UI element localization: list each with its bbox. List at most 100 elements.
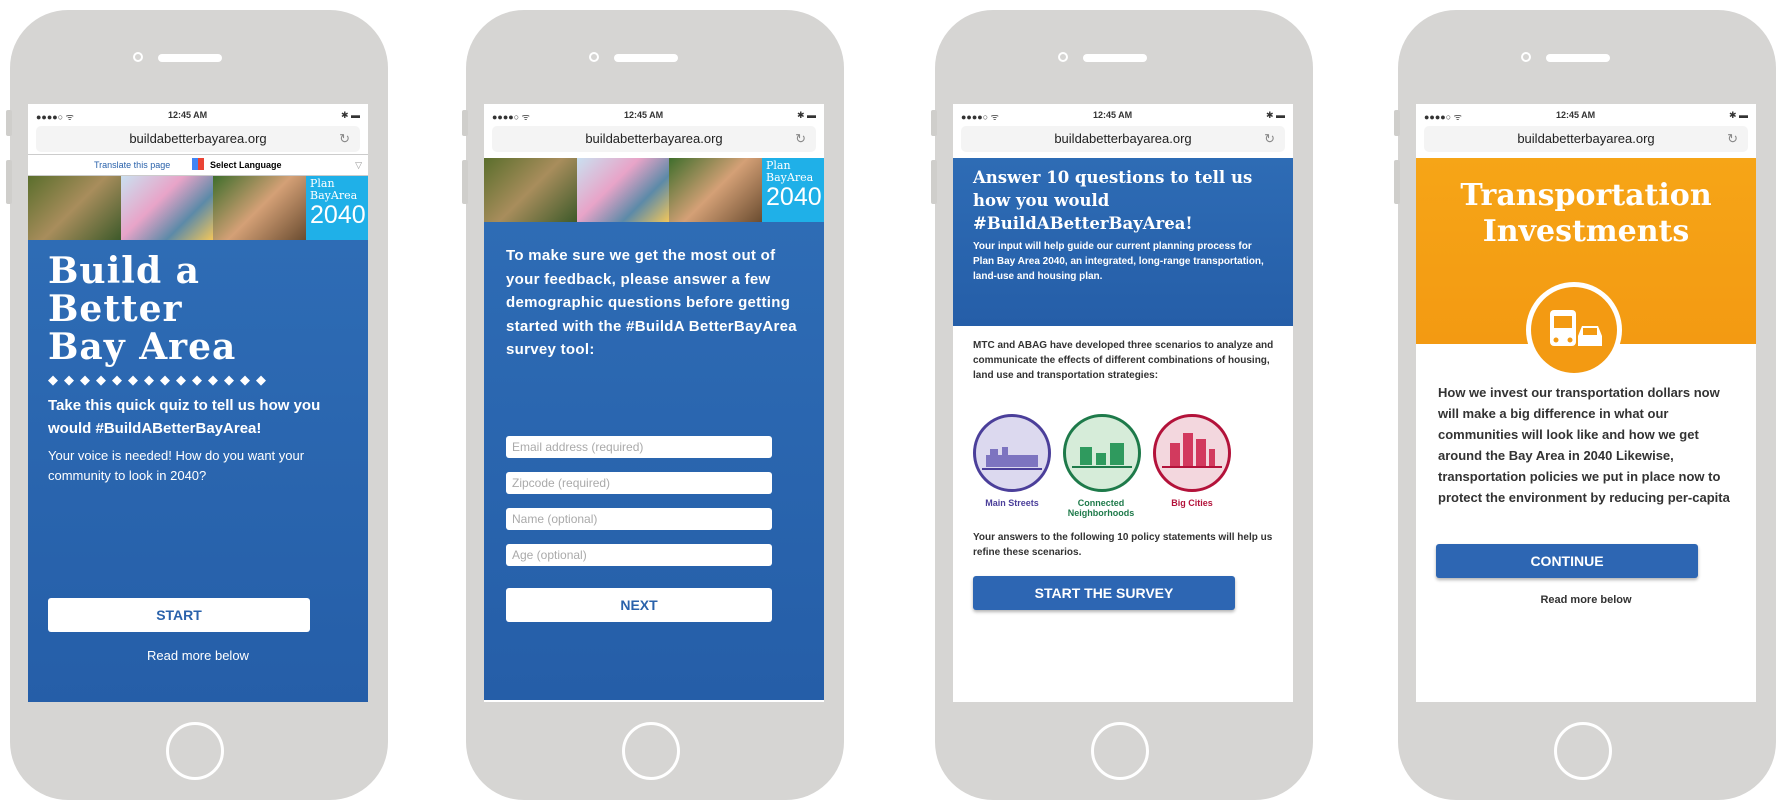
signal-icon: ●●●●○ ᯤ [36, 112, 74, 122]
screen-1: ●●●●○ ᯤ 12:45 AM ✱ ▬ buildabetterbayarea… [28, 104, 368, 702]
clock: 12:45 AM [1556, 110, 1596, 120]
start-button[interactable]: START [48, 598, 310, 632]
language-select[interactable]: Select Language [210, 155, 282, 175]
side-button [1394, 160, 1400, 204]
url-text: buildabetterbayarea.org [1517, 131, 1655, 146]
url-bar[interactable]: buildabetterbayarea.org ↻ [1424, 126, 1748, 152]
photo-banner: Plan BayArea 2040 [28, 176, 368, 240]
start-survey-button[interactable]: START THE SURVEY [973, 576, 1235, 610]
continue-button[interactable]: CONTINUE [1436, 544, 1698, 578]
clock: 12:45 AM [624, 110, 664, 120]
url-text: buildabetterbayarea.org [1054, 131, 1192, 146]
screen-4: ●●●●○ ᯤ 12:45 AM ✱ ▬ buildabetterbayarea… [1416, 104, 1756, 702]
status-bar: ●●●●○ ᯤ 12:45 AM ✱ ▬ [1416, 104, 1756, 126]
plan-bay-area-logo: Plan BayArea 2040 [762, 158, 824, 222]
page-title: Transportation Investments [1460, 178, 1712, 249]
reload-icon[interactable]: ↻ [1264, 126, 1275, 152]
photo-family-park [28, 176, 121, 240]
battery-icon: ✱ ▬ [340, 110, 360, 120]
side-button [6, 110, 12, 136]
google-translate-icon [192, 158, 204, 170]
phone-4: ●●●●○ ᯤ 12:45 AM ✱ ▬ buildabetterbayarea… [1394, 10, 1776, 800]
url-text: buildabetterbayarea.org [129, 131, 267, 146]
plan-bay-area-logo: Plan BayArea 2040 [306, 176, 368, 240]
speaker [1083, 54, 1147, 62]
signal-icon: ●●●●○ ᯤ [961, 112, 999, 122]
scenario-label: Connected Neighborhoods [1067, 498, 1135, 518]
building-icon [982, 447, 1042, 470]
description-text: MTC and ABAG have developed three scenar… [973, 340, 1274, 381]
translate-bar: Translate this page Select Language ▽ [28, 154, 368, 176]
age-field[interactable]: Age (optional) [506, 544, 772, 566]
lead-text: Take this quick quiz to tell us how you … [48, 397, 321, 437]
reload-icon[interactable]: ↻ [795, 126, 806, 152]
phone-3: ●●●●○ ᯤ 12:45 AM ✱ ▬ buildabetterbayarea… [931, 10, 1313, 800]
side-button [462, 110, 468, 136]
connected-neighborhoods-icon[interactable] [1063, 414, 1141, 492]
transit-icon [1526, 282, 1622, 378]
survey-subtext: Your input will help guide our current p… [973, 241, 1264, 282]
photo-children-play [120, 176, 214, 240]
logo-year: 2040 [310, 201, 366, 229]
speaker [1546, 54, 1610, 62]
url-bar[interactable]: buildabetterbayarea.org ↻ [961, 126, 1285, 152]
neighborhood-icon [1072, 443, 1132, 468]
intro-text: To make sure we get the most out of your… [506, 247, 797, 358]
main-streets-icon[interactable] [973, 414, 1051, 492]
title-line: Bay Area [48, 326, 237, 368]
clock: 12:45 AM [168, 110, 208, 120]
logo-year: 2040 [766, 183, 822, 211]
photo-children-play [576, 158, 670, 222]
home-button[interactable] [1554, 722, 1612, 780]
title-panel: Transportation Investments [1416, 158, 1756, 378]
status-bar: ●●●●○ ᯤ 12:45 AM ✱ ▬ [953, 104, 1293, 126]
reload-icon[interactable]: ↻ [339, 126, 350, 152]
phone-2: ●●●●○ ᯤ 12:45 AM ✱ ▬ buildabetterbayarea… [462, 10, 844, 800]
camera [1521, 52, 1531, 62]
home-button[interactable] [1091, 722, 1149, 780]
battery-icon: ✱ ▬ [1728, 110, 1748, 120]
title-line: Better [48, 288, 183, 330]
status-bar: ●●●●○ ᯤ 12:45 AM ✱ ▬ [28, 104, 368, 126]
camera [133, 52, 143, 62]
side-button [6, 160, 12, 204]
zipcode-field[interactable]: Zipcode (required) [506, 472, 772, 494]
chevron-down-icon[interactable]: ▽ [355, 155, 362, 175]
email-field[interactable]: Email address (required) [506, 436, 772, 458]
title-line: Build a [48, 250, 200, 292]
hero-panel: Build a Better Bay Area ◆◆◆◆◆◆◆◆◆◆◆◆◆◆ T… [28, 240, 368, 702]
photo-banner: Plan BayArea 2040 [484, 158, 824, 222]
city-icon [1162, 433, 1222, 468]
footer-text: Your answers to the following 10 policy … [973, 532, 1273, 558]
side-button [462, 160, 468, 204]
signal-icon: ●●●●○ ᯤ [1424, 112, 1462, 122]
home-button[interactable] [622, 722, 680, 780]
photo-grandparent-child [213, 176, 307, 240]
side-button [1394, 110, 1400, 136]
home-button[interactable] [166, 722, 224, 780]
read-more-link[interactable]: Read more below [1416, 594, 1756, 606]
translate-link[interactable]: Translate this page [94, 155, 170, 175]
read-more-link[interactable]: Read more below [28, 648, 368, 663]
speaker [614, 54, 678, 62]
speaker [158, 54, 222, 62]
screen-3: ●●●●○ ᯤ 12:45 AM ✱ ▬ buildabetterbayarea… [953, 104, 1293, 702]
camera [1058, 52, 1068, 62]
survey-heading: Answer 10 questions to tell us how you w… [973, 168, 1253, 233]
signal-icon: ●●●●○ ᯤ [492, 112, 530, 122]
bus-car-icon [1550, 310, 1602, 346]
reload-icon[interactable]: ↻ [1727, 126, 1738, 152]
url-bar[interactable]: buildabetterbayarea.org ↻ [492, 126, 816, 152]
name-field[interactable]: Name (optional) [506, 508, 772, 530]
battery-icon: ✱ ▬ [796, 110, 816, 120]
status-bar: ●●●●○ ᯤ 12:45 AM ✱ ▬ [484, 104, 824, 126]
scenario-label: Big Cities [1171, 498, 1213, 508]
camera [589, 52, 599, 62]
photo-family-park [484, 158, 577, 222]
next-button[interactable]: NEXT [506, 588, 772, 622]
big-cities-icon[interactable] [1153, 414, 1231, 492]
side-button [931, 110, 937, 136]
url-bar[interactable]: buildabetterbayarea.org ↻ [36, 126, 360, 152]
screen-2: ●●●●○ ᯤ 12:45 AM ✱ ▬ buildabetterbayarea… [484, 104, 824, 702]
body-text: Your voice is needed! How do you want yo… [48, 448, 305, 483]
